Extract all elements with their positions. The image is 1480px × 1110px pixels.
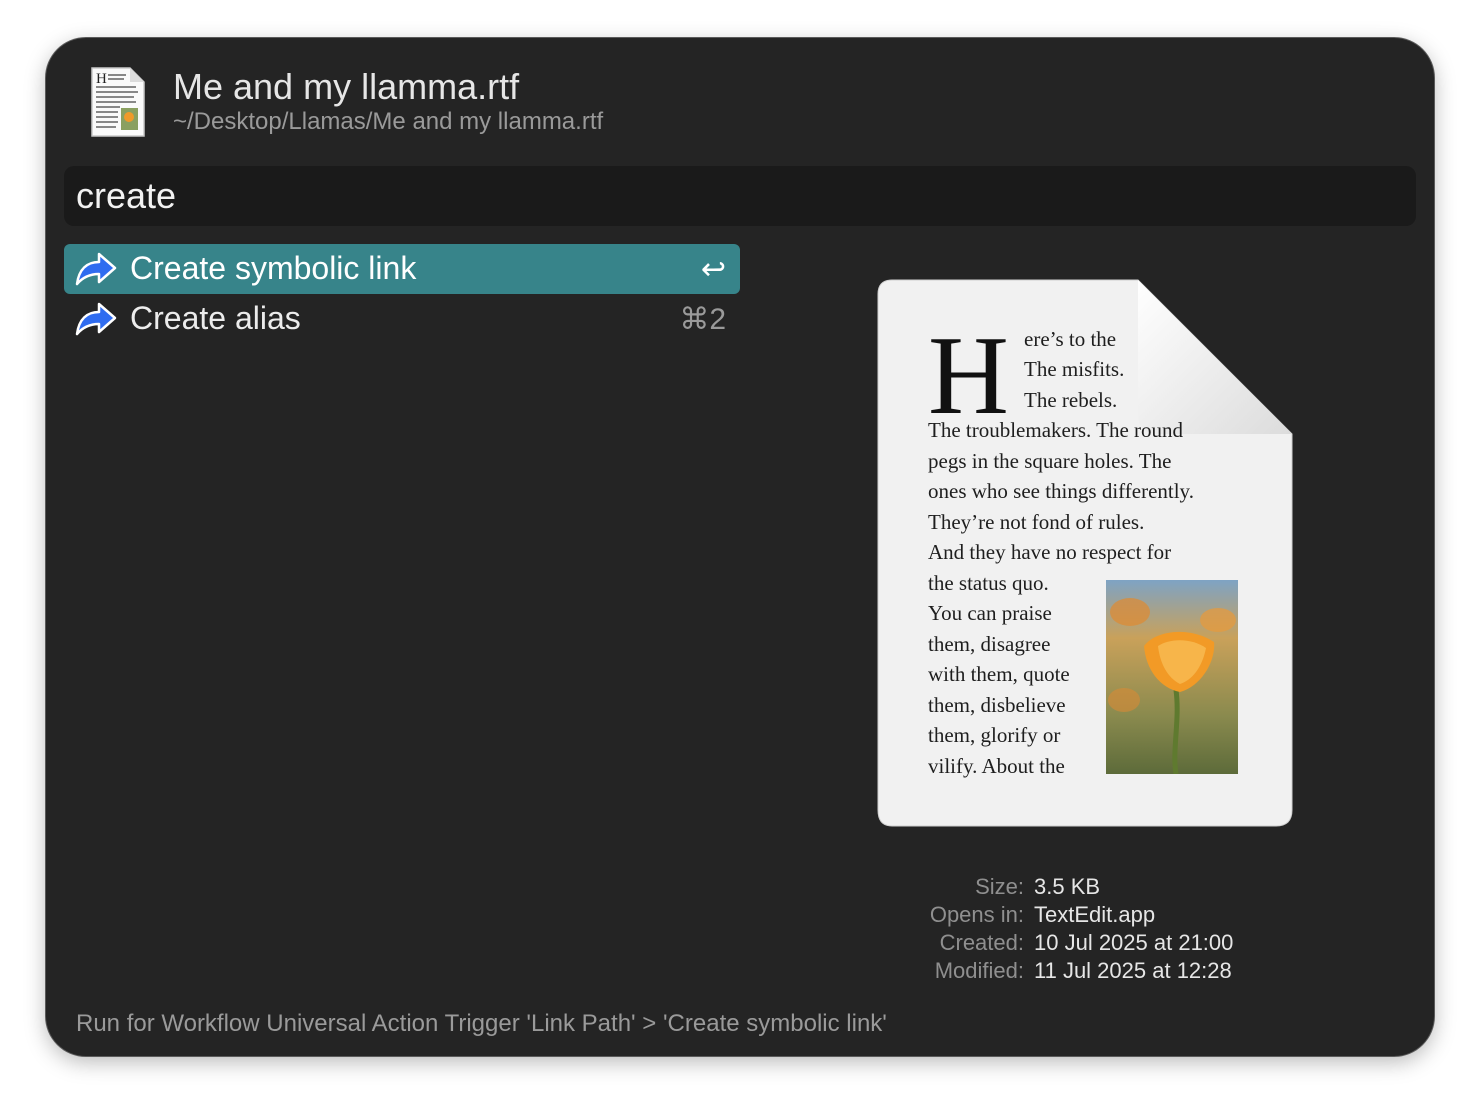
status-footer: Run for Workflow Universal Action Trigge…: [76, 1010, 887, 1037]
return-key-shortcut: ↩: [700, 253, 726, 286]
action-label: Create alias: [130, 300, 301, 336]
preview-line: ere’s to the: [1024, 327, 1117, 351]
meta-row-opens-in: Opens in: TextEdit.app: [866, 902, 1286, 930]
file-name: Me and my llamma.rtf: [173, 66, 520, 107]
preview-line: You can praise: [928, 601, 1052, 625]
meta-value: 3.5 KB: [1034, 874, 1101, 899]
share-arrow-icon: [75, 252, 117, 286]
preview-line: them, disbelieve: [928, 693, 1066, 717]
meta-value: 10 Jul 2025 at 21:00: [1034, 930, 1234, 955]
file-path: ~/Desktop/Llamas/Me and my llamma.rtf: [173, 108, 604, 135]
preview-line: the status quo.: [928, 571, 1049, 595]
preview-line: The misfits.: [1024, 357, 1125, 381]
meta-row-modified: Modified: 11 Jul 2025 at 12:28: [866, 958, 1286, 986]
action-create-alias[interactable]: Create alias ⌘2: [64, 294, 740, 344]
preview-line: The rebels.: [1024, 388, 1118, 412]
share-arrow-icon: [75, 302, 117, 336]
meta-key: Created:: [939, 930, 1024, 955]
meta-key: Opens in:: [929, 902, 1024, 927]
command-2-shortcut: ⌘2: [679, 303, 726, 336]
preview-line: them, disagree: [928, 632, 1051, 656]
action-create-symbolic-link[interactable]: Create symbolic link ↩: [64, 244, 740, 294]
preview-line: them, glorify or: [928, 723, 1061, 747]
preview-line: And they have no respect for: [928, 540, 1172, 564]
meta-key: Size:: [975, 874, 1024, 899]
flower-photo: [1106, 580, 1238, 774]
meta-value: TextEdit.app: [1034, 902, 1156, 927]
preview-line: pegs in the square holes. The: [928, 449, 1172, 473]
meta-key: Modified:: [934, 958, 1024, 983]
action-label: Create symbolic link: [130, 250, 417, 286]
meta-row-created: Created: 10 Jul 2025 at 21:00: [866, 930, 1286, 958]
preview-line: with them, quote: [928, 662, 1070, 686]
document-preview: H ere’s to the The misfits. The rebels. …: [876, 278, 1296, 830]
search-input[interactable]: [76, 166, 1396, 226]
preview-line: They’re not fond of rules.: [928, 510, 1145, 534]
rtf-document-icon: H: [90, 66, 146, 138]
meta-row-size: Size: 3.5 KB: [866, 874, 1286, 902]
preview-line: vilify. About the: [928, 754, 1065, 778]
preview-line: The troublemakers. The round: [928, 418, 1184, 442]
drop-cap: H: [928, 314, 1009, 438]
search-field[interactable]: [64, 166, 1416, 226]
preview-line: ones who see things differently.: [928, 479, 1194, 503]
meta-value: 11 Jul 2025 at 12:28: [1034, 958, 1232, 983]
universal-actions-window: H Me and my llamma.rtf ~/Desktop/Llamas/…: [46, 38, 1434, 1056]
svg-text:H: H: [96, 71, 107, 87]
